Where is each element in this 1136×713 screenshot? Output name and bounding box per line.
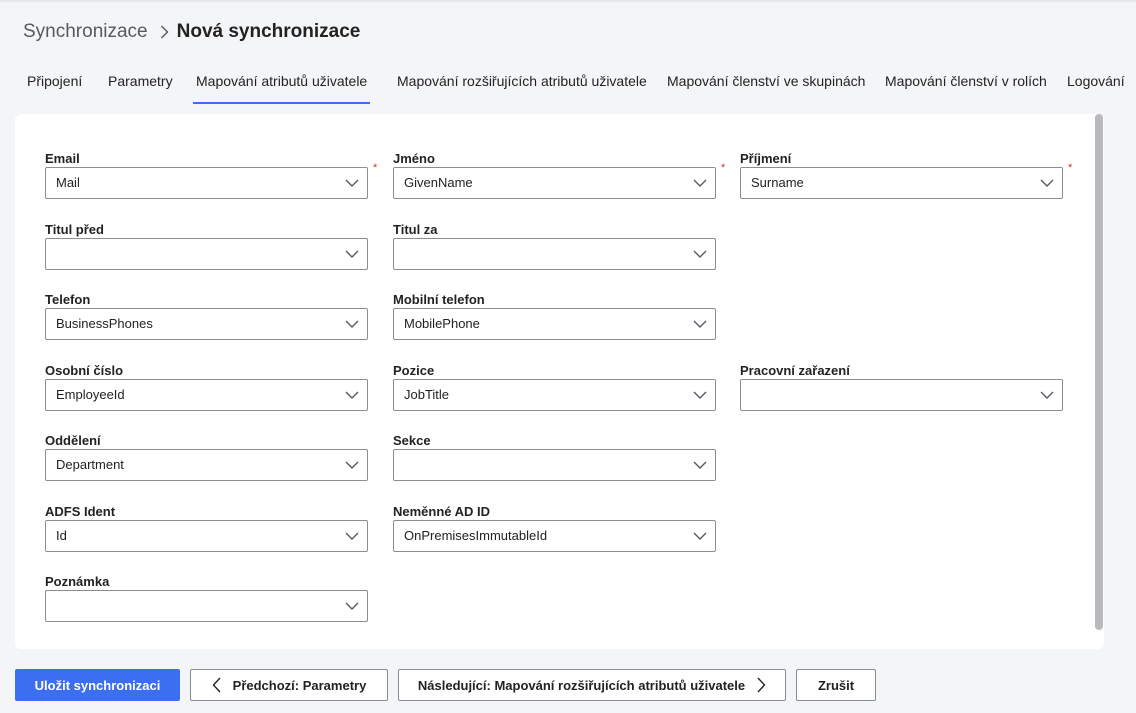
oddeleni-select[interactable]: Department xyxy=(45,449,368,481)
page-title: Nová synchronizace xyxy=(176,21,361,42)
jmeno-select[interactable]: GivenName xyxy=(393,167,716,199)
required-marker: * xyxy=(373,162,378,174)
previous-button[interactable]: Předchozí: Parametry xyxy=(190,669,388,701)
field-label: Oddělení xyxy=(45,433,101,448)
field-label: Osobní číslo xyxy=(45,363,124,378)
tab-mapovani-rozsirujicich-atributu[interactable]: Mapování rozšiřujících atributů uživatel… xyxy=(397,62,647,104)
select-value: Department xyxy=(56,457,124,472)
select-value: OnPremisesImmutableId xyxy=(404,528,548,543)
field-label: Neměnné AD ID xyxy=(393,504,491,519)
titul-pred-select[interactable] xyxy=(45,238,368,270)
field-label: Titul před xyxy=(45,222,104,237)
chevron-down-icon xyxy=(1040,179,1054,187)
telefon-select[interactable]: BusinessPhones xyxy=(45,308,368,340)
chevron-down-icon xyxy=(693,250,707,258)
save-button-label: Uložit synchronizaci xyxy=(34,677,161,693)
sekce-select[interactable] xyxy=(393,449,716,481)
select-value: Surname xyxy=(751,175,804,190)
chevron-down-icon xyxy=(693,532,707,540)
cancel-button[interactable]: Zrušit xyxy=(796,669,876,701)
prijmeni-select[interactable]: Surname xyxy=(740,167,1063,199)
osobni-cislo-select[interactable]: EmployeeId xyxy=(45,379,368,411)
select-value: GivenName xyxy=(404,175,473,190)
select-value: Mail xyxy=(56,175,80,190)
field-label: Titul za xyxy=(393,222,438,237)
top-divider xyxy=(0,0,1136,2)
next-button[interactable]: Následující: Mapování rozšiřujících atri… xyxy=(398,669,786,701)
next-button-label: Následující: Mapování rozšiřujících atri… xyxy=(417,677,746,693)
tab-pripojeni[interactable]: Připojení xyxy=(27,62,82,104)
adfs-ident-select[interactable]: Id xyxy=(45,520,368,552)
field-label: Pracovní zařazení xyxy=(740,363,850,378)
field-label: Mobilní telefon xyxy=(393,292,485,307)
chevron-down-icon xyxy=(693,391,707,399)
field-label: Email xyxy=(45,151,80,166)
chevron-down-icon xyxy=(345,320,359,328)
save-button[interactable]: Uložit synchronizaci xyxy=(15,669,180,701)
tab-bar: Připojení Parametry Mapování atributů už… xyxy=(0,62,1136,104)
chevron-down-icon xyxy=(345,602,359,610)
required-marker: * xyxy=(721,162,726,174)
previous-button-label: Předchozí: Parametry xyxy=(232,677,367,693)
scrollbar-thumb[interactable] xyxy=(1095,114,1103,630)
chevron-right-icon xyxy=(160,25,169,39)
chevron-down-icon xyxy=(693,320,707,328)
pracovni-zarazeni-select[interactable] xyxy=(740,379,1063,411)
breadcrumb-parent-link[interactable]: Synchronizace xyxy=(23,21,148,43)
select-value: JobTitle xyxy=(404,387,450,402)
chevron-down-icon xyxy=(345,179,359,187)
field-label: Sekce xyxy=(393,433,431,448)
field-label: Jméno xyxy=(393,151,435,166)
chevron-down-icon xyxy=(345,532,359,540)
poznamka-select[interactable] xyxy=(45,590,368,622)
required-marker: * xyxy=(1068,162,1073,174)
field-label: Poznámka xyxy=(45,574,110,589)
field-label: Pozice xyxy=(393,363,435,378)
pozice-select[interactable]: JobTitle xyxy=(393,379,716,411)
chevron-down-icon xyxy=(693,179,707,187)
select-value: EmployeeId xyxy=(56,387,125,402)
mobilni-telefon-select[interactable]: MobilePhone xyxy=(393,308,716,340)
breadcrumb: Synchronizace Nová synchronizace xyxy=(23,20,360,44)
tab-mapovani-atributu-uzivatele[interactable]: Mapování atributů uživatele xyxy=(193,62,371,104)
cancel-button-label: Zrušit xyxy=(817,677,855,693)
chevron-down-icon xyxy=(345,391,359,399)
chevron-right-icon xyxy=(757,677,766,693)
field-label: Telefon xyxy=(45,292,91,307)
tab-logovani[interactable]: Logování xyxy=(1067,62,1125,104)
tab-mapovani-clenstvi-ve-skupinach[interactable]: Mapování členství ve skupinách xyxy=(667,62,865,104)
chevron-down-icon xyxy=(1040,391,1054,399)
chevron-down-icon xyxy=(345,461,359,469)
chevron-down-icon xyxy=(345,250,359,258)
select-value: BusinessPhones xyxy=(56,316,153,331)
select-value: Id xyxy=(56,528,67,543)
titul-za-select[interactable] xyxy=(393,238,716,270)
select-value: MobilePhone xyxy=(404,316,480,331)
chevron-left-icon xyxy=(212,677,221,693)
tab-parametry[interactable]: Parametry xyxy=(108,62,173,104)
chevron-down-icon xyxy=(693,461,707,469)
tab-mapovani-clenstvi-v-rolich[interactable]: Mapování členství v rolích xyxy=(885,62,1047,104)
email-select[interactable]: Mail xyxy=(45,167,368,199)
nemenne-ad-id-select[interactable]: OnPremisesImmutableId xyxy=(393,520,716,552)
field-label: ADFS Ident xyxy=(45,504,116,519)
field-label: Příjmení xyxy=(740,151,792,166)
